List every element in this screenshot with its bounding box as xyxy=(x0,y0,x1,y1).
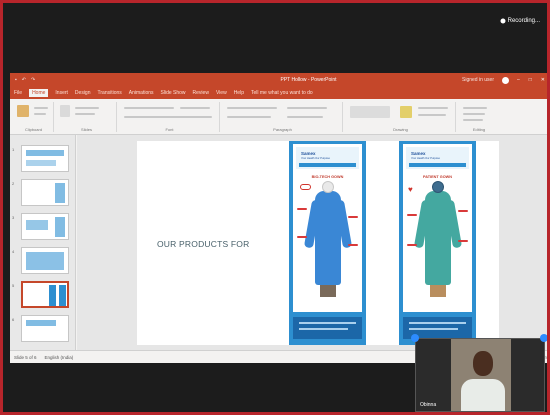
quick-access-toolbar: ▪ ↶ ↷ xyxy=(15,77,75,83)
slide-number: 4 xyxy=(12,249,15,254)
brand-subtitle: Your Health Our Purpose xyxy=(411,157,440,160)
gown-illustration xyxy=(425,191,451,285)
resize-handle-icon[interactable] xyxy=(540,334,548,342)
cap-illustration xyxy=(432,181,444,193)
slide-thumbnail-pane: 1 2 3 4 5 6 xyxy=(10,135,76,350)
tab-insert[interactable]: Insert xyxy=(55,90,68,96)
tab-help[interactable]: Help xyxy=(234,90,244,96)
ribbon-group-clipboard[interactable]: Clipboard xyxy=(14,102,54,132)
ribbon-group-label: Slides xyxy=(81,127,92,132)
undo-icon[interactable]: ↶ xyxy=(22,77,26,83)
slide-editor[interactable]: OUR PRODUCTS FOR Samex Your Health Our P… xyxy=(77,135,550,350)
ribbon-tabs: File Home Insert Design Transitions Anim… xyxy=(10,87,550,99)
brand-name: Samex xyxy=(411,151,426,156)
gown-illustration xyxy=(315,191,341,285)
tab-view[interactable]: View xyxy=(216,90,227,96)
tab-slide-show[interactable]: Slide Show xyxy=(161,90,186,96)
maximize-icon[interactable]: □ xyxy=(529,77,532,83)
brand-name: Samex xyxy=(301,151,316,156)
slide-number: 3 xyxy=(12,215,15,220)
user-name[interactable]: Signed in user xyxy=(462,77,494,83)
recording-indicator: Recording... xyxy=(500,18,540,24)
save-icon[interactable]: ▪ xyxy=(15,77,17,83)
redo-icon[interactable]: ↷ xyxy=(31,77,35,83)
recording-label: Recording... xyxy=(507,18,540,24)
participant-name: Obinna xyxy=(420,402,437,408)
ribbon-group-slides[interactable]: Slides xyxy=(57,102,117,132)
brand-header: Samex Your Health Our Purpose xyxy=(406,147,469,169)
close-icon[interactable]: ✕ xyxy=(541,77,545,83)
title-bar: ▪ ↶ ↷ PPT Hollow - PowerPoint Signed in … xyxy=(10,73,550,87)
tab-review[interactable]: Review xyxy=(193,90,209,96)
goggles-icon xyxy=(300,184,311,190)
brand-subtitle: Your Health Our Purpose xyxy=(301,157,330,160)
powerpoint-window: ▪ ↶ ↷ PPT Hollow - PowerPoint Signed in … xyxy=(10,73,550,363)
ribbon-group-font[interactable]: Font xyxy=(120,102,220,132)
minimize-icon[interactable]: – xyxy=(517,77,520,83)
tab-file[interactable]: File xyxy=(14,90,22,96)
ribbon: Clipboard Slides Font Paragraph Drawing … xyxy=(10,99,550,135)
tell-me-search[interactable]: Tell me what you want to do xyxy=(251,90,313,96)
product-panel-biotech-gown[interactable]: Samex Your Health Our Purpose BIO-TECH G… xyxy=(289,141,366,345)
ribbon-group-label: Paragraph xyxy=(273,127,292,132)
language-indicator[interactable]: English (India) xyxy=(45,355,74,360)
avatar[interactable] xyxy=(501,76,509,84)
slide-heading[interactable]: OUR PRODUCTS FOR xyxy=(157,239,249,249)
panel-footer xyxy=(293,317,362,339)
tab-animations[interactable]: Animations xyxy=(129,90,154,96)
slide-counter: Slide 5 of 6 xyxy=(14,354,37,360)
ribbon-group-label: Drawing xyxy=(393,127,408,132)
brand-header: Samex Your Health Our Purpose xyxy=(296,147,359,169)
ribbon-group-drawing[interactable]: Drawing xyxy=(346,102,456,132)
slide-thumbnail-1[interactable] xyxy=(21,145,69,172)
product-panel-patient-gown[interactable]: Samex Your Health Our Purpose PATIENT GO… xyxy=(399,141,476,345)
ribbon-group-editing[interactable]: Editing xyxy=(459,102,499,132)
ribbon-group-label: Clipboard xyxy=(24,127,43,132)
current-slide[interactable]: OUR PRODUCTS FOR Samex Your Health Our P… xyxy=(137,141,499,345)
slide-thumbnail-3[interactable] xyxy=(21,213,69,240)
webcam-overlay[interactable]: Obinna xyxy=(415,338,545,412)
slide-thumbnail-5[interactable] xyxy=(21,281,69,308)
window-title: PPT Hollow - PowerPoint xyxy=(280,77,337,83)
ribbon-group-label: Font xyxy=(165,127,174,132)
slide-thumbnail-6[interactable] xyxy=(21,315,69,342)
ribbon-group-paragraph[interactable]: Paragraph xyxy=(223,102,343,132)
tab-home[interactable]: Home xyxy=(29,89,49,97)
slide-number: 1 xyxy=(12,147,15,152)
resize-handle-icon[interactable] xyxy=(411,334,419,342)
slide-thumbnail-4[interactable] xyxy=(21,247,69,274)
tab-transitions[interactable]: Transitions xyxy=(98,90,122,96)
slide-thumbnail-2[interactable] xyxy=(21,179,69,206)
product-title: BIO-TECH GOWN xyxy=(311,175,344,179)
window-controls: – □ ✕ xyxy=(517,77,545,83)
ribbon-group-label: Editing xyxy=(472,127,486,132)
record-icon xyxy=(500,18,506,24)
hood-illustration xyxy=(322,181,334,193)
slide-number: 2 xyxy=(12,181,15,186)
slide-number: 6 xyxy=(12,317,15,322)
slide-number: 5 xyxy=(12,283,15,288)
heart-icon: ♥ xyxy=(408,185,413,194)
tab-design[interactable]: Design xyxy=(75,90,91,96)
product-title: PATIENT GOWN xyxy=(423,175,452,179)
